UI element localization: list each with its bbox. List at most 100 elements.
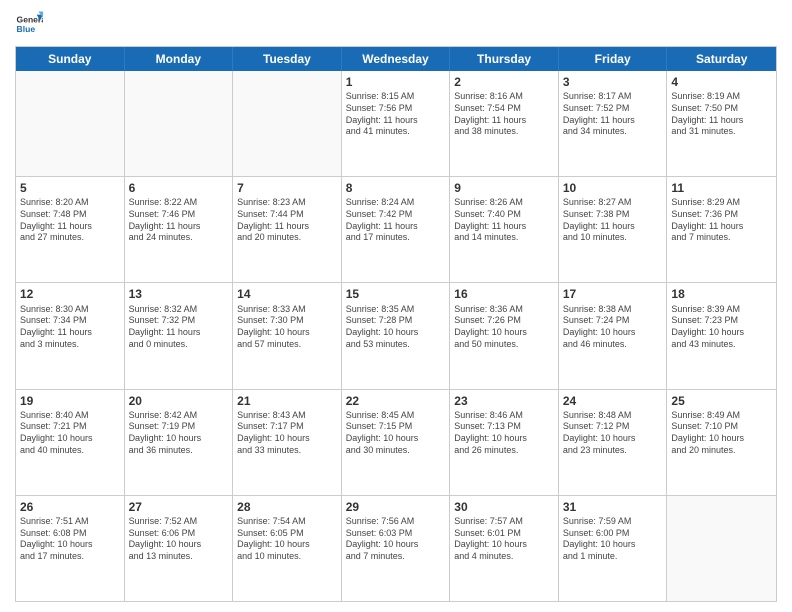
day-info: Sunrise: 8:49 AM Sunset: 7:10 PM Dayligh… bbox=[671, 410, 772, 457]
logo-icon: General Blue bbox=[15, 10, 43, 38]
day-number: 7 bbox=[237, 180, 337, 196]
empty-cell bbox=[233, 71, 342, 176]
day-cell-31: 31Sunrise: 7:59 AM Sunset: 6:00 PM Dayli… bbox=[559, 496, 668, 601]
day-cell-29: 29Sunrise: 7:56 AM Sunset: 6:03 PM Dayli… bbox=[342, 496, 451, 601]
day-cell-14: 14 Sunrise: 8:33 AM Sunset: 7:30 PM Dayli… bbox=[233, 283, 342, 388]
day-cell-23: 23Sunrise: 8:46 AM Sunset: 7:13 PM Dayli… bbox=[450, 390, 559, 495]
day-info: Sunrise: 8:24 AM Sunset: 7:42 PM Dayligh… bbox=[346, 197, 446, 244]
day-number: 13 bbox=[129, 286, 229, 302]
day-cell-13: 13Sunrise: 8:32 AM Sunset: 7:32 PM Dayli… bbox=[125, 283, 234, 388]
day-cell-2: 2Sunrise: 8:16 AM Sunset: 7:54 PM Daylig… bbox=[450, 71, 559, 176]
day-cell-24: 24Sunrise: 8:48 AM Sunset: 7:12 PM Dayli… bbox=[559, 390, 668, 495]
day-number: 24 bbox=[563, 393, 663, 409]
header-day-saturday: Saturday bbox=[667, 47, 776, 71]
day-cell-22: 22Sunrise: 8:45 AM Sunset: 7:15 PM Dayli… bbox=[342, 390, 451, 495]
day-cell-6: 6Sunrise: 8:22 AM Sunset: 7:46 PM Daylig… bbox=[125, 177, 234, 282]
day-cell-16: 16 Sunrise: 8:36 AM Sunset: 7:26 PM Dayli… bbox=[450, 283, 559, 388]
day-info: Sunrise: 7:54 AM Sunset: 6:05 PM Dayligh… bbox=[237, 516, 337, 563]
header-day-sunday: Sunday bbox=[16, 47, 125, 71]
day-cell-15: 15 Sunrise: 8:35 AM Sunset: 7:28 PM Dayli… bbox=[342, 283, 451, 388]
day-info: Sunrise: 8:36 AM Sunset: 7:26 PM Dayligh… bbox=[454, 304, 554, 351]
header-day-wednesday: Wednesday bbox=[342, 47, 451, 71]
day-number: 18 bbox=[671, 286, 772, 302]
day-number: 26 bbox=[20, 499, 120, 515]
day-info: Sunrise: 8:45 AM Sunset: 7:15 PM Dayligh… bbox=[346, 410, 446, 457]
day-number: 28 bbox=[237, 499, 337, 515]
day-number: 29 bbox=[346, 499, 446, 515]
day-number: 9 bbox=[454, 180, 554, 196]
day-info: Sunrise: 8:39 AM Sunset: 7:23 PM Dayligh… bbox=[671, 304, 772, 351]
day-cell-3: 3Sunrise: 8:17 AM Sunset: 7:52 PM Daylig… bbox=[559, 71, 668, 176]
day-number: 22 bbox=[346, 393, 446, 409]
day-info: Sunrise: 7:51 AM Sunset: 6:08 PM Dayligh… bbox=[20, 516, 120, 563]
day-info: Sunrise: 8:38 AM Sunset: 7:24 PM Dayligh… bbox=[563, 304, 663, 351]
day-number: 17 bbox=[563, 286, 663, 302]
day-info: Sunrise: 8:33 AM Sunset: 7:30 PM Dayligh… bbox=[237, 304, 337, 351]
day-cell-10: 10Sunrise: 8:27 AM Sunset: 7:38 PM Dayli… bbox=[559, 177, 668, 282]
day-number: 16 bbox=[454, 286, 554, 302]
day-cell-18: 18 Sunrise: 8:39 AM Sunset: 7:23 PM Dayli… bbox=[667, 283, 776, 388]
day-number: 30 bbox=[454, 499, 554, 515]
day-info: Sunrise: 8:29 AM Sunset: 7:36 PM Dayligh… bbox=[671, 197, 772, 244]
day-cell-7: 7Sunrise: 8:23 AM Sunset: 7:44 PM Daylig… bbox=[233, 177, 342, 282]
day-number: 1 bbox=[346, 74, 446, 90]
day-info: Sunrise: 8:23 AM Sunset: 7:44 PM Dayligh… bbox=[237, 197, 337, 244]
header-day-tuesday: Tuesday bbox=[233, 47, 342, 71]
day-number: 10 bbox=[563, 180, 663, 196]
header-day-monday: Monday bbox=[125, 47, 234, 71]
header-day-thursday: Thursday bbox=[450, 47, 559, 71]
day-number: 4 bbox=[671, 74, 772, 90]
day-number: 23 bbox=[454, 393, 554, 409]
day-number: 21 bbox=[237, 393, 337, 409]
day-info: Sunrise: 8:40 AM Sunset: 7:21 PM Dayligh… bbox=[20, 410, 120, 457]
calendar: SundayMondayTuesdayWednesdayThursdayFrid… bbox=[15, 46, 777, 602]
day-number: 27 bbox=[129, 499, 229, 515]
day-number: 31 bbox=[563, 499, 663, 515]
calendar-row-1: 5Sunrise: 8:20 AM Sunset: 7:48 PM Daylig… bbox=[16, 177, 776, 283]
day-cell-26: 26Sunrise: 7:51 AM Sunset: 6:08 PM Dayli… bbox=[16, 496, 125, 601]
day-info: Sunrise: 8:35 AM Sunset: 7:28 PM Dayligh… bbox=[346, 304, 446, 351]
calendar-header: SundayMondayTuesdayWednesdayThursdayFrid… bbox=[16, 47, 776, 71]
day-number: 15 bbox=[346, 286, 446, 302]
day-info: Sunrise: 7:57 AM Sunset: 6:01 PM Dayligh… bbox=[454, 516, 554, 563]
day-number: 11 bbox=[671, 180, 772, 196]
logo: General Blue bbox=[15, 10, 47, 38]
day-cell-11: 11Sunrise: 8:29 AM Sunset: 7:36 PM Dayli… bbox=[667, 177, 776, 282]
day-info: Sunrise: 8:20 AM Sunset: 7:48 PM Dayligh… bbox=[20, 197, 120, 244]
day-info: Sunrise: 8:22 AM Sunset: 7:46 PM Dayligh… bbox=[129, 197, 229, 244]
day-info: Sunrise: 8:27 AM Sunset: 7:38 PM Dayligh… bbox=[563, 197, 663, 244]
page-header: General Blue bbox=[15, 10, 777, 38]
calendar-body: 1Sunrise: 8:15 AM Sunset: 7:56 PM Daylig… bbox=[16, 71, 776, 601]
day-info: Sunrise: 8:46 AM Sunset: 7:13 PM Dayligh… bbox=[454, 410, 554, 457]
calendar-row-3: 19Sunrise: 8:40 AM Sunset: 7:21 PM Dayli… bbox=[16, 390, 776, 496]
day-number: 14 bbox=[237, 286, 337, 302]
day-info: Sunrise: 8:30 AM Sunset: 7:34 PM Dayligh… bbox=[20, 304, 120, 351]
day-info: Sunrise: 7:56 AM Sunset: 6:03 PM Dayligh… bbox=[346, 516, 446, 563]
day-cell-5: 5Sunrise: 8:20 AM Sunset: 7:48 PM Daylig… bbox=[16, 177, 125, 282]
day-info: Sunrise: 8:15 AM Sunset: 7:56 PM Dayligh… bbox=[346, 91, 446, 138]
day-info: Sunrise: 8:42 AM Sunset: 7:19 PM Dayligh… bbox=[129, 410, 229, 457]
day-info: Sunrise: 8:16 AM Sunset: 7:54 PM Dayligh… bbox=[454, 91, 554, 138]
day-info: Sunrise: 8:48 AM Sunset: 7:12 PM Dayligh… bbox=[563, 410, 663, 457]
day-cell-28: 28Sunrise: 7:54 AM Sunset: 6:05 PM Dayli… bbox=[233, 496, 342, 601]
calendar-row-0: 1Sunrise: 8:15 AM Sunset: 7:56 PM Daylig… bbox=[16, 71, 776, 177]
day-cell-30: 30Sunrise: 7:57 AM Sunset: 6:01 PM Dayli… bbox=[450, 496, 559, 601]
day-cell-27: 27Sunrise: 7:52 AM Sunset: 6:06 PM Dayli… bbox=[125, 496, 234, 601]
svg-text:Blue: Blue bbox=[17, 24, 36, 34]
day-number: 12 bbox=[20, 286, 120, 302]
empty-cell bbox=[125, 71, 234, 176]
day-number: 20 bbox=[129, 393, 229, 409]
day-cell-25: 25Sunrise: 8:49 AM Sunset: 7:10 PM Dayli… bbox=[667, 390, 776, 495]
day-cell-19: 19Sunrise: 8:40 AM Sunset: 7:21 PM Dayli… bbox=[16, 390, 125, 495]
day-info: Sunrise: 7:52 AM Sunset: 6:06 PM Dayligh… bbox=[129, 516, 229, 563]
day-info: Sunrise: 8:19 AM Sunset: 7:50 PM Dayligh… bbox=[671, 91, 772, 138]
day-cell-4: 4Sunrise: 8:19 AM Sunset: 7:50 PM Daylig… bbox=[667, 71, 776, 176]
day-number: 3 bbox=[563, 74, 663, 90]
day-cell-20: 20Sunrise: 8:42 AM Sunset: 7:19 PM Dayli… bbox=[125, 390, 234, 495]
calendar-row-4: 26Sunrise: 7:51 AM Sunset: 6:08 PM Dayli… bbox=[16, 496, 776, 601]
day-cell-17: 17 Sunrise: 8:38 AM Sunset: 7:24 PM Dayli… bbox=[559, 283, 668, 388]
day-info: Sunrise: 8:26 AM Sunset: 7:40 PM Dayligh… bbox=[454, 197, 554, 244]
day-cell-21: 21Sunrise: 8:43 AM Sunset: 7:17 PM Dayli… bbox=[233, 390, 342, 495]
day-cell-12: 12 Sunrise: 8:30 AM Sunset: 7:34 PM Dayli… bbox=[16, 283, 125, 388]
empty-cell bbox=[16, 71, 125, 176]
